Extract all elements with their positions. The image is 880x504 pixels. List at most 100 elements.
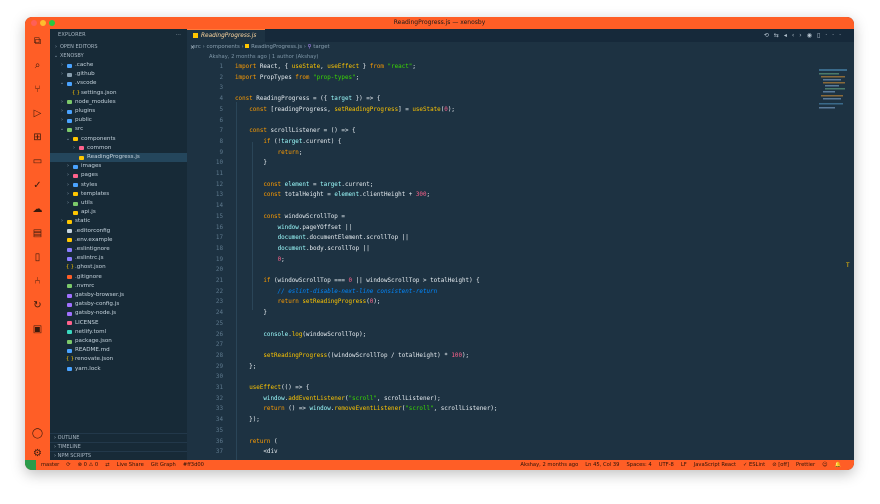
breadcrumb-components[interactable]: components [206,44,239,50]
code-line[interactable]: const scrollListener = () => { [235,126,355,136]
git-blame-status[interactable]: Akshay, 2 months ago [520,460,578,470]
tree-item[interactable]: package.json [50,337,187,346]
account-icon[interactable]: ◯ [31,427,44,440]
open-editors-section[interactable]: › OPEN EDITORS [50,43,187,52]
settings-gear-icon[interactable]: ⚙ [31,447,44,460]
bookmark-icon[interactable]: ▯ [31,251,44,264]
tree-item[interactable]: README.md [50,346,187,355]
feedback-icon[interactable]: ☺ [822,460,827,470]
language-mode[interactable]: JavaScript React [694,460,736,470]
source-control-icon[interactable]: ⑂ [31,83,44,96]
tree-item[interactable]: › common [50,144,187,153]
tree-item[interactable]: › styles [50,181,187,190]
git-graph-button[interactable]: Git Graph [151,460,176,470]
code-line[interactable]: document.documentElement.scrollTop || [235,233,409,243]
tree-item[interactable]: ReadingProgress.js [50,153,187,162]
code-line[interactable]: } [235,158,267,168]
remote-indicator[interactable] [25,460,36,470]
tab-reading-progress[interactable]: ReadingProgress.js × [187,29,265,51]
remote-explorer-icon[interactable]: ▭ [31,155,44,168]
live-share-icon[interactable]: ↻ [31,299,44,312]
terminal-icon[interactable]: ▣ [31,323,44,336]
pull-request-icon[interactable]: ⑃ [31,275,44,288]
tree-item[interactable]: › utils [50,199,187,208]
code-line[interactable]: return () => window.removeEventListener(… [235,404,497,414]
code-line[interactable]: const ReadingProgress = ({ target }) => … [235,94,380,104]
tree-item[interactable]: { } settings.json [50,89,187,98]
indentation[interactable]: Spaces: 4 [626,460,651,470]
code-line[interactable]: return setReadingProgress(0); [235,297,381,307]
notifications-bell-icon[interactable]: 🔔 [835,460,841,470]
code-line[interactable]: setReadingProgress((windowScrollTop / to… [235,351,469,361]
code-line[interactable]: import PropTypes from "prop-types"; [235,73,359,83]
tree-item[interactable]: ⌄ .vscode [50,79,187,88]
prettier-off[interactable]: ⊘ [off] [772,460,789,470]
explorer-more-icon[interactable]: ··· [176,29,181,41]
tree-item[interactable]: gatsby-config.js [50,300,187,309]
code-line[interactable]: const [readingProgress, setReadingProgre… [235,105,455,115]
code-line[interactable]: console.log(windowScrollTop); [235,330,366,340]
sync-button[interactable]: ⟳ [66,460,70,470]
run-debug-icon[interactable]: ▷ [31,107,44,120]
tree-item[interactable]: .editorconfig [50,227,187,236]
tree-item[interactable]: api.js [50,208,187,217]
tree-item[interactable]: { } .ghost.json [50,263,187,272]
tree-item[interactable]: › .github [50,70,187,79]
code-line[interactable]: const windowScrollTop = [235,212,345,222]
explorer-icon[interactable]: ⧉ [31,35,44,48]
breadcrumb-file[interactable]: ReadingProgress.js [251,44,302,50]
code-line[interactable]: document.body.scrollTop || [235,244,370,254]
code-line[interactable]: // eslint-disable-next-line consistent-r… [235,287,438,297]
branch-indicator[interactable]: master [41,460,59,470]
code-line[interactable]: useEffect(() => { [235,383,309,393]
go-back-icon[interactable]: ◂ [784,32,792,39]
code-line[interactable]: window.addEventListener("scroll", scroll… [235,394,440,404]
cursor-position[interactable]: Ln 45, Col 39 [585,460,619,470]
code-line[interactable]: return ( [235,437,277,447]
live-share-button[interactable]: Live Share [117,460,144,470]
tree-item[interactable]: netlify.toml [50,328,187,337]
docker-icon[interactable]: ☁ [31,203,44,216]
tree-item[interactable]: ⌄ src [50,125,187,134]
next-change-icon[interactable]: › [799,32,806,39]
tree-item[interactable]: { } renovate.json [50,355,187,364]
port-forward-button[interactable]: ⇄ [105,460,109,470]
tree-item[interactable]: › static [50,217,187,226]
code-line[interactable]: return; [235,148,303,158]
tree-item[interactable]: .env.example [50,236,187,245]
tree-item[interactable]: .eslintignore [50,245,187,254]
tree-item[interactable]: › node_modules [50,98,187,107]
code-line[interactable]: <div [235,447,277,457]
tree-item[interactable]: › pages [50,171,187,180]
code-line[interactable]: 0; [235,255,285,265]
testing-icon[interactable]: ✓ [31,179,44,192]
tree-item[interactable]: yarn.lock [50,365,187,374]
tree-item[interactable]: LICENSE [50,319,187,328]
code-line[interactable]: }; [235,362,256,372]
search-icon[interactable]: ⌕ [31,59,44,72]
source-control-icon[interactable]: ◉ [807,32,817,39]
tree-item[interactable]: › templates [50,190,187,199]
code-line[interactable]: import React, { useState, useEffect } fr… [235,62,416,72]
code-line[interactable]: if (windowScrollTop === 0 || windowScrol… [235,276,479,286]
tree-item[interactable]: › .cache [50,61,187,70]
extensions-icon[interactable]: ⊞ [31,131,44,144]
breadcrumb-src[interactable]: src [193,44,201,50]
code-line[interactable]: }); [235,415,260,425]
tree-item[interactable]: › plugins [50,107,187,116]
prettier-status[interactable]: Prettier [796,460,815,470]
history-icon[interactable]: ⟲ [764,32,774,39]
compare-icon[interactable]: ⇆ [774,32,784,39]
tree-item[interactable]: .nvmrc [50,282,187,291]
eslint-status[interactable]: ✓ ESLint [743,460,765,470]
minimap[interactable] [819,69,847,129]
color-indicator[interactable]: #ff3d00 [183,460,204,470]
code-line[interactable]: const element = target.current; [235,180,373,190]
tree-item[interactable]: .eslintrc.js [50,254,187,263]
tree-item[interactable]: › images [50,162,187,171]
code-line[interactable]: if (!target.current) { [235,137,341,147]
tree-item[interactable]: gatsby-node.js [50,309,187,318]
code-line[interactable]: const totalHeight = element.clientHeight… [235,190,430,200]
code-line[interactable]: } [235,308,267,318]
code-line[interactable]: window.pageYOffset || [235,223,352,233]
